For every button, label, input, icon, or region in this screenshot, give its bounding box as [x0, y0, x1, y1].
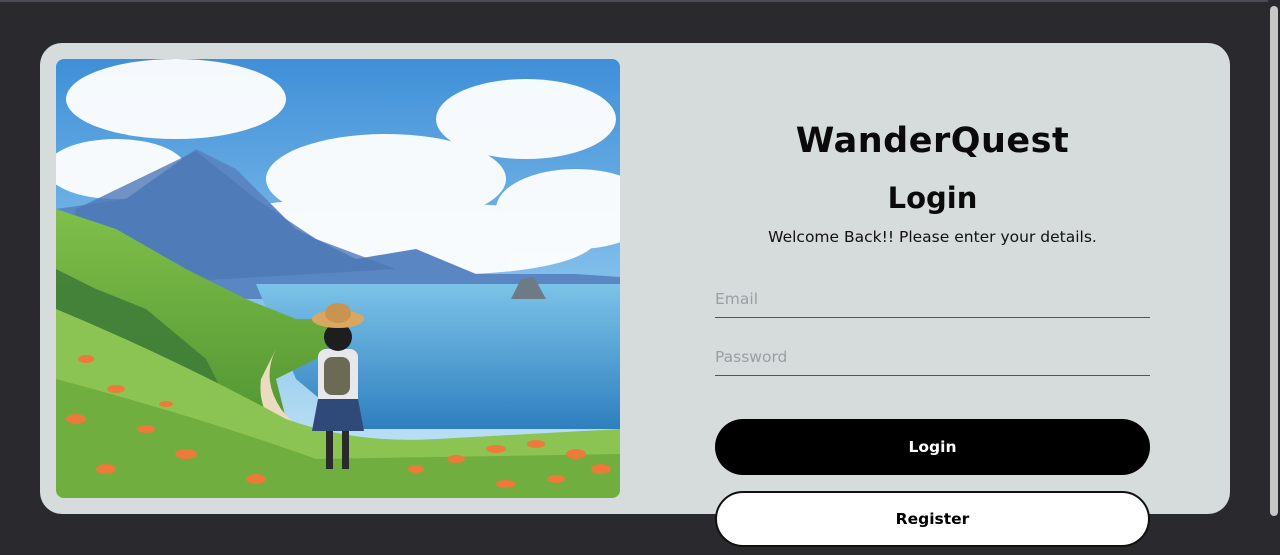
password-field[interactable]	[715, 339, 1150, 376]
window-top-border	[0, 0, 1280, 2]
landscape-illustration-icon	[56, 59, 620, 498]
hero-image	[56, 59, 620, 498]
login-card: WanderQuest Login Welcome Back!! Please …	[40, 43, 1230, 547]
welcome-subtitle: Welcome Back!! Please enter your details…	[768, 228, 1097, 246]
email-field[interactable]	[715, 281, 1150, 318]
login-button[interactable]: Login	[715, 419, 1150, 475]
page-title: Login	[887, 181, 978, 215]
scrollbar[interactable]	[1268, 0, 1280, 555]
brand-title: WanderQuest	[795, 121, 1070, 161]
register-button[interactable]: Register	[715, 491, 1150, 547]
scrollbar-thumb[interactable]	[1270, 6, 1278, 516]
